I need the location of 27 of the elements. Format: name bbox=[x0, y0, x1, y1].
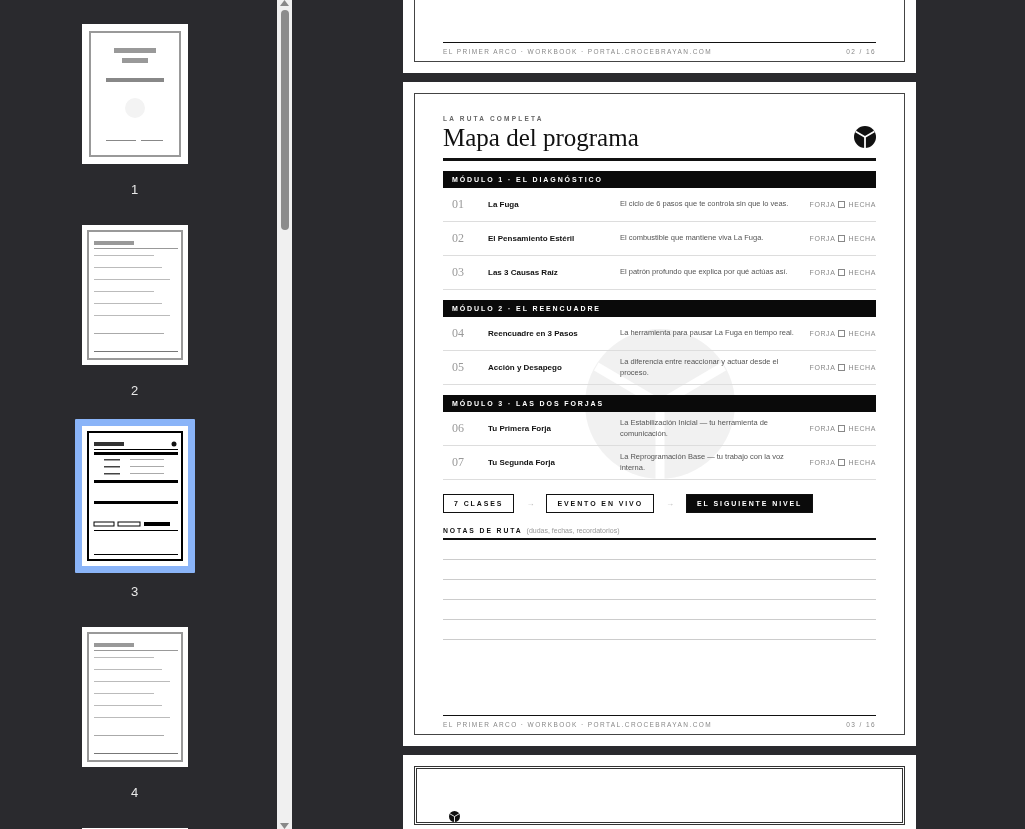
lesson-number: 06 bbox=[451, 421, 465, 436]
arrow: → bbox=[526, 499, 535, 508]
lesson-number: 05 bbox=[451, 360, 465, 375]
scrollbar-thumb[interactable] bbox=[281, 10, 289, 230]
lesson-name: Reencuadre en 3 Pasos bbox=[488, 329, 579, 338]
page-number: 3 bbox=[130, 584, 139, 599]
lesson-number: 07 bbox=[451, 455, 465, 470]
cube-logo-icon bbox=[854, 126, 876, 148]
page-number: 1 bbox=[130, 182, 139, 197]
arrow: → bbox=[666, 499, 675, 508]
page-title: Mapa del programa bbox=[443, 124, 639, 152]
cube-logo-icon bbox=[449, 811, 460, 822]
lesson-name: El Pensamiento Estéril bbox=[488, 234, 576, 243]
lesson-name: Tu Primera Forja bbox=[488, 424, 552, 433]
lesson-number: 02 bbox=[451, 231, 465, 246]
lesson-name: La Fuga bbox=[488, 200, 520, 209]
lesson-name: Acción y Desapego bbox=[488, 363, 563, 372]
page-number: 2 bbox=[130, 383, 139, 398]
lesson-number: 04 bbox=[451, 326, 465, 341]
page-thumbnail[interactable] bbox=[74, 419, 195, 573]
scroll-down-icon[interactable] bbox=[280, 823, 289, 829]
lesson-name: Tu Segunda Forja bbox=[488, 458, 556, 467]
lesson-number: 01 bbox=[451, 197, 465, 212]
page-number: 4 bbox=[130, 785, 139, 800]
scroll-up-icon[interactable] bbox=[280, 0, 289, 6]
lesson-number: 03 bbox=[451, 265, 465, 280]
lesson-name: Las 3 Causas Raíz bbox=[488, 268, 559, 277]
